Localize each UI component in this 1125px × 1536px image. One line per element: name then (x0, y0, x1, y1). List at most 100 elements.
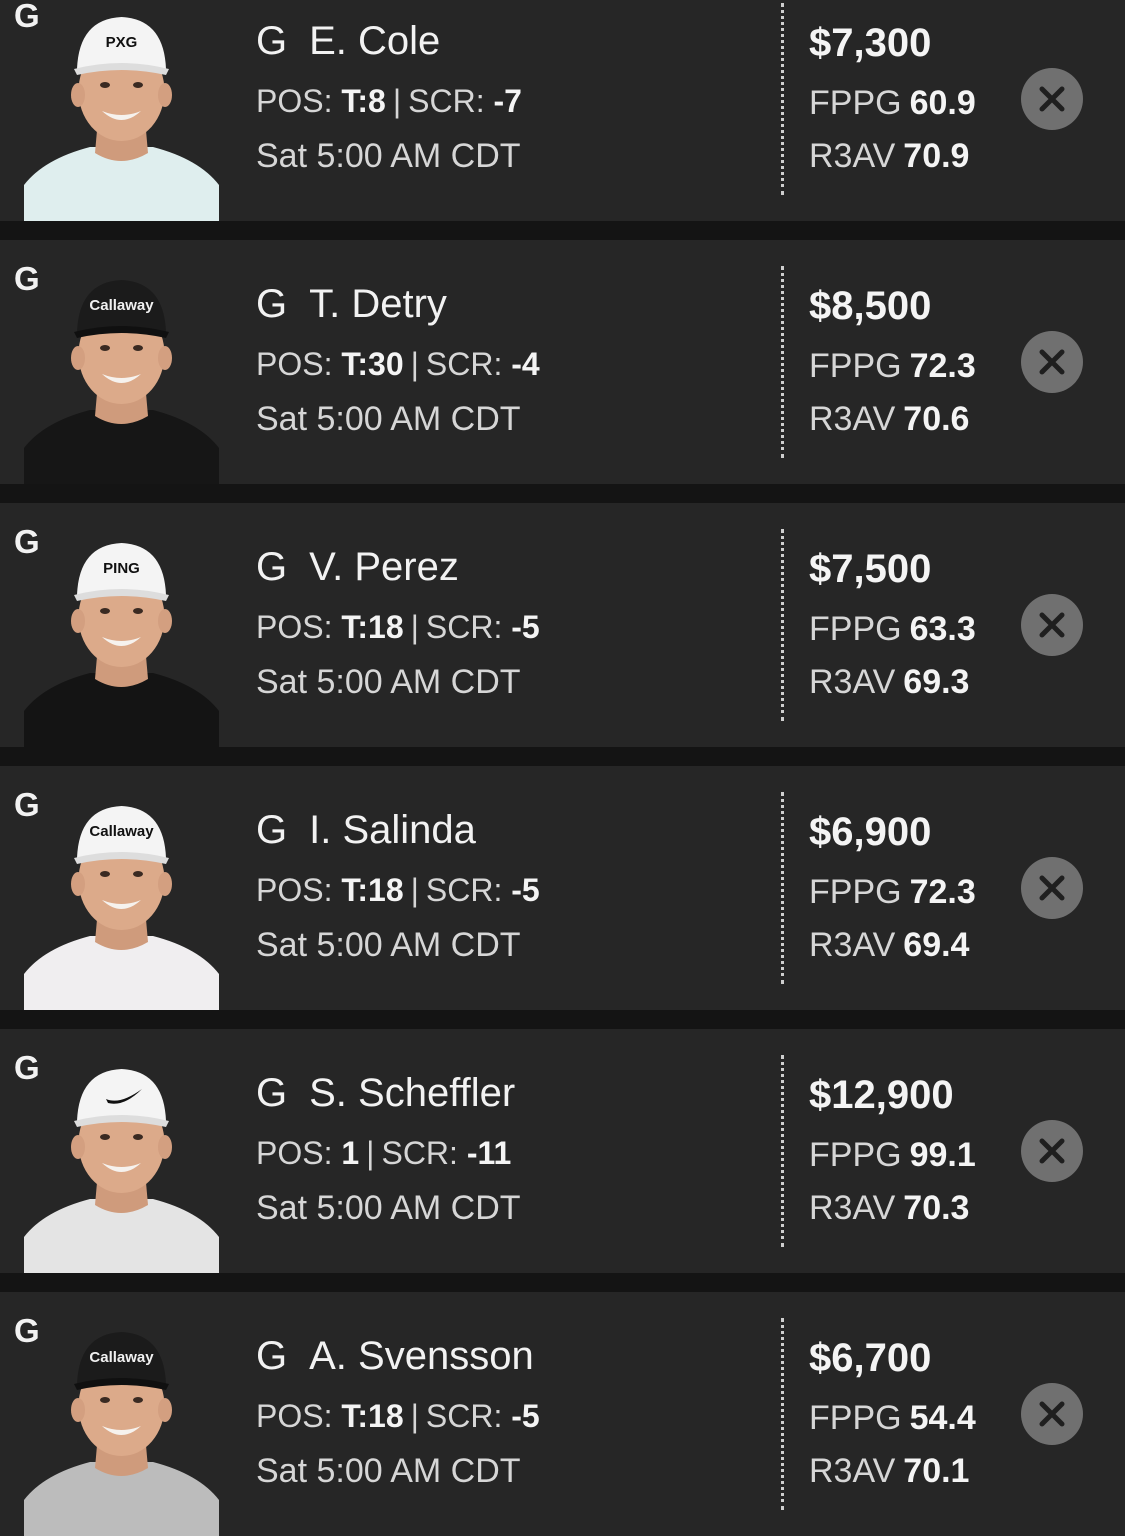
fppg-label: FPPG (809, 873, 902, 911)
remove-player-button[interactable] (1021, 331, 1083, 393)
player-name-line[interactable]: G I. Salinda (256, 808, 476, 853)
player-name[interactable]: I. Salinda (309, 808, 476, 852)
svg-text:PING: PING (103, 560, 140, 577)
scr-value: -11 (466, 1135, 512, 1171)
player-name[interactable]: A. Svensson (309, 1334, 534, 1378)
stat-separator: | (410, 609, 419, 645)
player-name-line[interactable]: G A. Svensson (256, 1334, 534, 1379)
scr-label: SCR: (425, 1398, 503, 1434)
dotted-divider (781, 1055, 784, 1247)
player-portrait-image: PXG (24, 17, 219, 221)
fppg-stat: FPPG 72.3 (809, 873, 976, 912)
player-position: G (256, 808, 288, 852)
scr-label: SCR: (425, 346, 503, 382)
player-card[interactable]: G PING G V. Perez POS: T:18 | SCR: -5 Sat 5… (0, 503, 1125, 747)
player-photo (24, 1059, 219, 1273)
player-photo: PING (24, 533, 219, 747)
player-status-line: POS: T:8 | SCR: -7 (256, 83, 522, 120)
fppg-value: 72.3 (909, 347, 976, 385)
fppg-stat: FPPG 99.1 (809, 1136, 976, 1175)
remove-player-button[interactable] (1021, 68, 1083, 130)
svg-text:Callaway: Callaway (89, 297, 154, 314)
r3av-label: R3AV (809, 926, 896, 964)
player-photo: Callaway (24, 270, 219, 484)
pos-label: POS: (256, 609, 333, 645)
r3av-value: 70.1 (903, 1452, 970, 1490)
player-position: G (256, 1071, 288, 1115)
player-card[interactable]: G Callaway G T. Detry POS: T:30 | SCR: -4 S… (0, 240, 1125, 484)
r3av-value: 70.6 (903, 400, 970, 438)
player-position: G (256, 545, 288, 589)
dotted-divider (781, 529, 784, 721)
player-name-line[interactable]: G T. Detry (256, 282, 447, 327)
roster-list: G PXG G E. Cole POS: T:8 | SCR: -7 Sat 5:00… (0, 0, 1125, 1536)
close-icon (1039, 1401, 1065, 1427)
player-status-line: POS: T:18 | SCR: -5 (256, 609, 540, 646)
svg-text:Callaway: Callaway (89, 1349, 154, 1366)
player-salary: $7,300 (809, 21, 932, 65)
player-card[interactable]: G PXG G E. Cole POS: T:8 | SCR: -7 Sat 5:00… (0, 0, 1125, 221)
r3av-label: R3AV (809, 1452, 896, 1490)
scr-value: -5 (511, 1398, 540, 1434)
player-photo: Callaway (24, 796, 219, 1010)
player-salary: $7,500 (809, 547, 932, 591)
stat-separator: | (410, 872, 419, 908)
player-position: G (256, 19, 288, 63)
fppg-label: FPPG (809, 1399, 902, 1437)
r3av-label: R3AV (809, 1189, 896, 1227)
fppg-value: 60.9 (909, 84, 976, 122)
remove-player-button[interactable] (1021, 594, 1083, 656)
player-portrait-image: PING (24, 543, 219, 747)
close-icon (1039, 86, 1065, 112)
r3av-stat: R3AV 70.1 (809, 1452, 969, 1491)
player-card[interactable]: G Callaway G A. Svensson POS: T:18 | SCR: -… (0, 1292, 1125, 1536)
r3av-value: 70.3 (903, 1189, 970, 1227)
player-card[interactable]: G Callaway G I. Salinda POS: T:18 | SCR: -5… (0, 766, 1125, 1010)
r3av-stat: R3AV 69.3 (809, 663, 969, 702)
scr-value: -4 (511, 346, 540, 382)
fppg-stat: FPPG 54.4 (809, 1399, 976, 1438)
player-name[interactable]: E. Cole (309, 19, 440, 63)
fppg-label: FPPG (809, 347, 902, 385)
r3av-stat: R3AV 70.3 (809, 1189, 969, 1228)
r3av-value: 70.9 (903, 137, 970, 175)
fppg-label: FPPG (809, 1136, 902, 1174)
scr-value: -7 (493, 83, 522, 119)
r3av-value: 69.3 (903, 663, 970, 701)
scr-label: SCR: (381, 1135, 458, 1171)
r3av-label: R3AV (809, 137, 896, 175)
remove-player-button[interactable] (1021, 857, 1083, 919)
player-photo: PXG (24, 7, 219, 221)
scr-label: SCR: (425, 609, 503, 645)
player-name-line[interactable]: G S. Scheffler (256, 1071, 515, 1116)
r3av-stat: R3AV 70.6 (809, 400, 969, 439)
r3av-stat: R3AV 69.4 (809, 926, 969, 965)
player-name[interactable]: T. Detry (309, 282, 447, 326)
tee-time: Sat 5:00 AM CDT (256, 1452, 521, 1490)
fppg-value: 99.1 (909, 1136, 976, 1174)
svg-text:Callaway: Callaway (89, 823, 154, 840)
close-icon (1039, 1138, 1065, 1164)
tee-time: Sat 5:00 AM CDT (256, 926, 521, 964)
player-card[interactable]: G G S. Scheffler POS: 1 | SCR: -11 Sat 5:00… (0, 1029, 1125, 1273)
tee-time: Sat 5:00 AM CDT (256, 1189, 521, 1227)
fppg-label: FPPG (809, 84, 902, 122)
dotted-divider (781, 1318, 784, 1510)
player-name-line[interactable]: G E. Cole (256, 19, 440, 64)
player-portrait-image: Callaway (24, 806, 219, 1010)
dotted-divider (781, 3, 784, 195)
scr-value: -5 (511, 609, 540, 645)
scr-value: -5 (511, 872, 540, 908)
player-name[interactable]: V. Perez (309, 545, 459, 589)
close-icon (1039, 612, 1065, 638)
remove-player-button[interactable] (1021, 1383, 1083, 1445)
r3av-value: 69.4 (903, 926, 970, 964)
player-name-line[interactable]: G V. Perez (256, 545, 459, 590)
dotted-divider (781, 266, 784, 458)
player-name[interactable]: S. Scheffler (309, 1071, 515, 1115)
player-portrait-image: Callaway (24, 280, 219, 484)
player-portrait-image (24, 1069, 219, 1273)
player-position: G (256, 1334, 288, 1378)
pos-label: POS: (256, 1398, 333, 1434)
remove-player-button[interactable] (1021, 1120, 1083, 1182)
